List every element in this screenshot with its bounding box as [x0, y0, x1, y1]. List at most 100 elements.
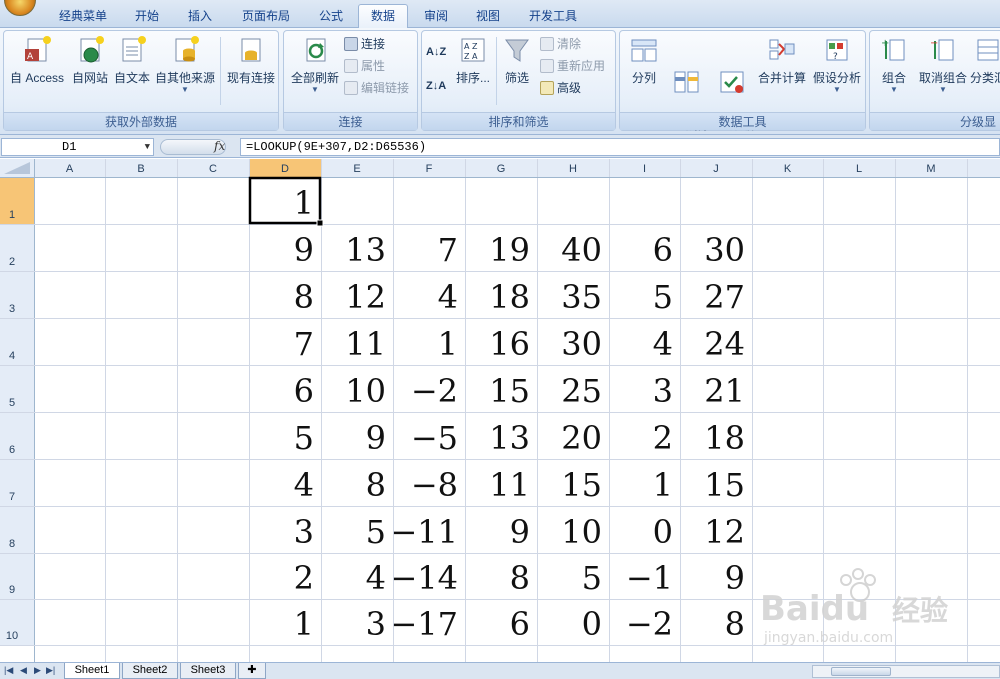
cell-d3[interactable]: 8 [294, 278, 314, 316]
cell-i3[interactable]: 5 [653, 278, 673, 316]
column-header-f[interactable]: F [426, 163, 433, 175]
cell-g5[interactable]: 15 [489, 372, 530, 410]
cell-h3[interactable]: 35 [561, 278, 602, 316]
formula-input[interactable]: =LOOKUP(9E+307,D2:D65536) [240, 138, 1000, 156]
cell-e3[interactable]: 12 [345, 278, 386, 316]
cell-f8[interactable]: −11 [390, 513, 458, 551]
cell-g7[interactable]: 11 [489, 466, 530, 504]
cell-i2[interactable]: 6 [653, 231, 673, 269]
sheet-tab-sheet2[interactable]: Sheet2 [122, 663, 178, 679]
cell-h5[interactable]: 25 [561, 372, 602, 410]
column-header-i[interactable]: I [643, 163, 646, 175]
row-header-7[interactable]: 7 [9, 491, 15, 503]
column-header-d[interactable]: D [281, 163, 289, 175]
column-header-h[interactable]: H [569, 163, 577, 175]
cell-f7[interactable]: −8 [411, 466, 458, 504]
tab-home[interactable]: 开始 [124, 7, 170, 28]
cell-g2[interactable]: 19 [489, 231, 530, 269]
cell-h7[interactable]: 15 [561, 466, 602, 504]
cell-grid[interactable]: A B C D E F G H I J K L M1234567891019 13 7 19 40 6 308 12 4… [0, 159, 1000, 662]
row-header-9[interactable]: 9 [9, 584, 15, 596]
cell-e5[interactable]: 10 [345, 372, 386, 410]
cell-f10[interactable]: −17 [390, 605, 458, 643]
column-header-b[interactable]: B [137, 163, 144, 175]
tab-insert[interactable]: 插入 [176, 7, 224, 28]
cell-j4[interactable]: 24 [704, 325, 745, 363]
cell-d1[interactable]: 1 [294, 184, 314, 222]
tab-page-layout[interactable]: 页面布局 [230, 7, 302, 28]
next-sheet-icon[interactable]: ▶ [34, 665, 41, 676]
cell-h10[interactable]: 0 [582, 605, 602, 643]
group-button[interactable]: + 组合 ▼ [876, 35, 912, 94]
cell-j10[interactable]: 8 [725, 605, 745, 643]
row-header-8[interactable]: 8 [9, 538, 15, 550]
cell-j7[interactable]: 15 [704, 466, 745, 504]
cell-j6[interactable]: 18 [704, 419, 745, 457]
worksheet-grid[interactable]: A B C D E F G H I J K L M 1 2 3 4 5 6 7 8 9 10 1 9 13 7 19 40 6 30 8 12 4… [0, 159, 1000, 662]
cell-e9[interactable]: 4 [366, 559, 386, 597]
cell-h6[interactable]: 20 [561, 419, 602, 457]
cell-e2[interactable]: 13 [345, 231, 386, 269]
cell-j5[interactable]: 21 [704, 372, 745, 410]
existing-connections-button[interactable]: 现有连接 [224, 35, 278, 86]
sort-button[interactable]: A ZZ A 排序... [452, 35, 494, 86]
cell-i7[interactable]: 1 [653, 466, 673, 504]
column-header-a[interactable]: A [66, 163, 74, 175]
column-header-m[interactable]: M [926, 163, 935, 175]
scrollbar-thumb[interactable] [831, 667, 891, 676]
fill-handle[interactable] [316, 219, 324, 227]
cell-d7[interactable]: 4 [294, 466, 314, 504]
cell-g6[interactable]: 13 [489, 419, 530, 457]
tab-view[interactable]: 视图 [464, 7, 512, 28]
cell-e7[interactable]: 8 [366, 466, 386, 504]
cell-j8[interactable]: 12 [704, 513, 745, 551]
chevron-down-icon[interactable]: ▼ [145, 139, 150, 155]
cell-d8[interactable]: 3 [294, 513, 314, 551]
insert-function-icon[interactable]: fx [214, 139, 225, 153]
text-to-columns-button[interactable]: 分列 [624, 35, 664, 86]
row-header-6[interactable]: 6 [9, 444, 15, 456]
tab-data[interactable]: 数据 [358, 4, 408, 29]
connections-button[interactable]: 连接 [344, 35, 385, 53]
cell-d2[interactable]: 9 [294, 231, 314, 269]
column-header-g[interactable]: G [497, 163, 506, 175]
reapply-button[interactable]: 重新应用 [540, 57, 605, 75]
cell-d5[interactable]: 6 [294, 372, 314, 410]
filter-button[interactable]: 筛选 [500, 35, 534, 86]
what-if-analysis-button[interactable]: ? 假设分析 ▼ [810, 35, 864, 94]
from-other-sources-button[interactable]: 自其他来源 ▼ [154, 35, 216, 94]
row-header-5[interactable]: 5 [9, 397, 15, 409]
cell-f6[interactable]: −5 [411, 419, 458, 457]
column-header-c[interactable]: C [209, 163, 217, 175]
cell-d10[interactable]: 1 [294, 605, 314, 643]
cell-f2[interactable]: 7 [438, 231, 458, 269]
tab-review[interactable]: 审阅 [412, 7, 460, 28]
cell-h2[interactable]: 40 [561, 231, 602, 269]
cell-g10[interactable]: 6 [510, 605, 530, 643]
from-text-button[interactable]: 自文本 [112, 35, 152, 86]
from-access-button[interactable]: A 自 Access [8, 35, 66, 86]
cell-f5[interactable]: −2 [411, 372, 458, 410]
column-header-l[interactable]: L [856, 163, 862, 175]
from-web-button[interactable]: 自网站 [68, 35, 112, 86]
cell-h8[interactable]: 10 [561, 513, 602, 551]
ungroup-button[interactable]: − 取消组合 ▼ [916, 35, 970, 94]
column-header-k[interactable]: K [784, 163, 792, 175]
cell-e8[interactable]: 5 [366, 513, 386, 551]
cell-j3[interactable]: 27 [704, 278, 745, 316]
horizontal-scrollbar[interactable] [812, 665, 1000, 678]
advanced-filter-button[interactable]: 高级 [540, 79, 581, 97]
name-box[interactable]: D1 ▼ [1, 138, 154, 156]
office-button[interactable] [4, 0, 36, 16]
cell-e6[interactable]: 9 [366, 419, 386, 457]
cell-i9[interactable]: −1 [626, 559, 673, 597]
cell-f3[interactable]: 4 [438, 278, 458, 316]
cell-h9[interactable]: 5 [582, 559, 602, 597]
cell-e4[interactable]: 11 [345, 325, 386, 363]
properties-button[interactable]: 属性 [344, 57, 385, 75]
cell-j9[interactable]: 9 [725, 559, 745, 597]
clear-filter-button[interactable]: 清除 [540, 35, 581, 53]
tab-classic-menu[interactable]: 经典菜单 [48, 7, 118, 28]
subtotal-button[interactable]: 分类汇 [970, 35, 1000, 86]
sort-ascending-button[interactable]: A↓Z [426, 43, 446, 61]
